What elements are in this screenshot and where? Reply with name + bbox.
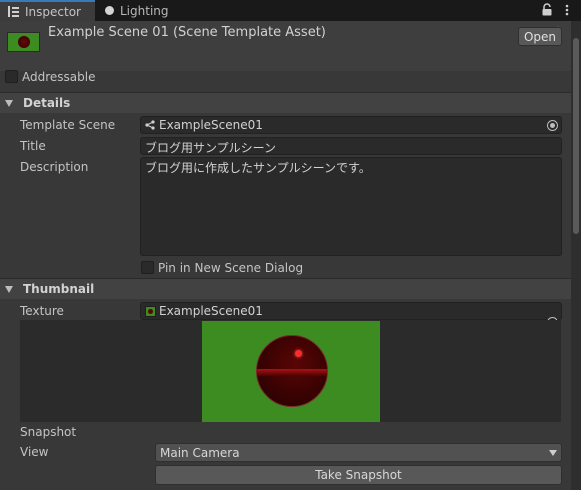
view-label: View [20,445,49,459]
tab-inspector-label: Inspector [25,4,81,19]
view-value: Main Camera [160,445,240,460]
title-field[interactable]: ブログ用サンプルシーン [140,137,562,155]
texture-label: Texture [20,304,64,318]
description-textarea[interactable]: ブログ用に作成したサンプルシーンです。 [140,157,562,256]
texture-icon [145,305,156,317]
foldout-arrow-icon [5,99,13,107]
pin-checkbox[interactable] [141,261,154,274]
preview-sphere [256,335,328,407]
asset-header: Example Scene 01 (Scene Template Asset) [0,21,571,71]
addressable-checkbox[interactable] [5,70,18,83]
template-scene-label: Template Scene [20,118,116,132]
bulb-icon [105,6,114,15]
scrollbar-thumb[interactable] [573,38,579,234]
pin-label: Pin in New Scene Dialog [158,261,304,275]
title-label: Title [20,139,46,153]
tab-menu-icon[interactable] [562,3,572,17]
foldout-arrow-icon [5,285,13,293]
template-scene-field[interactable]: ExampleScene01 [140,116,562,134]
chevron-down-icon [549,450,557,456]
preview-sphere-highlight [295,350,302,357]
details-title: Details [23,96,71,110]
inspector-icon [8,6,19,17]
scene-asset-icon [145,120,155,130]
details-section-header[interactable]: Details [0,92,571,113]
texture-value: ExampleScene01 [159,304,263,318]
addressable-label: Addressable [22,70,96,84]
open-button[interactable]: Open [518,27,562,46]
scene-thumbnail-icon [7,32,40,52]
tab-lighting[interactable]: Lighting [97,0,177,21]
template-scene-value: ExampleScene01 [159,118,263,132]
tab-inspector[interactable]: Inspector [0,0,95,21]
lock-icon[interactable] [541,3,553,17]
thumbnail-section-header[interactable]: Thumbnail [0,278,571,299]
preview-sphere-band [257,369,327,376]
take-snapshot-button[interactable]: Take Snapshot [155,465,562,485]
thumbnail-title: Thumbnail [23,282,95,296]
asset-title: Example Scene 01 (Scene Template Asset) [48,25,326,40]
object-picker-icon[interactable] [547,120,558,131]
description-label: Description [20,160,89,174]
view-dropdown[interactable]: Main Camera [155,443,562,462]
snapshot-label: Snapshot [20,425,77,439]
texture-field[interactable]: ExampleScene01 [140,302,562,320]
tab-lighting-label: Lighting [120,3,169,18]
